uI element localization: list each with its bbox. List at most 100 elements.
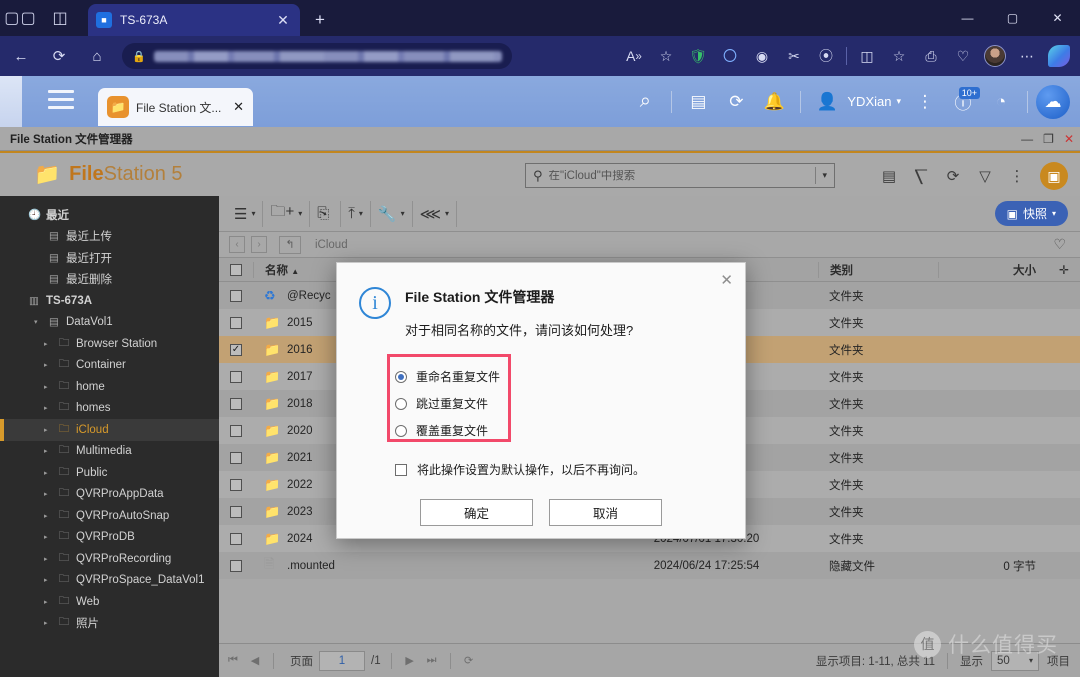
sync-icon[interactable]: ⟳ [718,85,754,119]
row-checkbox[interactable] [219,479,253,491]
more-options-icon[interactable]: ⋮ [907,85,943,119]
browser-essentials-icon[interactable]: ♡ [948,40,978,72]
refresh-icon[interactable]: ⟳ [944,167,962,185]
expand-arrow-icon[interactable]: ▸ [44,340,52,348]
sidebar-item--[interactable]: ▤最近删除 [0,269,219,291]
chevron-down-icon[interactable]: ▾ [401,209,405,218]
read-aloud-icon[interactable]: A» [619,40,649,72]
refresh-icon[interactable]: ⟳ [461,654,477,667]
upload-button[interactable]: ⤒▾ [341,201,371,227]
expand-arrow-icon[interactable]: ▸ [44,619,52,627]
dashboard-icon[interactable]: ◔ [983,85,1019,119]
sidebar-item-home[interactable]: ▸🗀home [0,376,219,398]
sidebar-item--[interactable]: ▤最近上传 [0,226,219,248]
row-checkbox[interactable] [219,533,253,545]
shield-icon[interactable]: 🛡 [683,40,713,72]
avatar[interactable] [980,40,1010,72]
tab-actions-icon[interactable]: ▢ ▢ [0,0,40,36]
home-icon[interactable]: ⌂ [80,40,114,72]
chevron-down-icon[interactable]: ▾ [251,209,255,218]
sidebar-item--[interactable]: ▸🗀照片 [0,613,219,635]
expand-arrow-icon[interactable]: ▾ [34,318,42,326]
app-close-button[interactable]: ✕ [1064,132,1074,146]
split-pane-icon[interactable]: ◫ [40,0,80,36]
row-checkbox[interactable] [219,317,253,329]
sidebar-item-datavol1[interactable]: ▾▤DataVol1 [0,312,219,334]
row-checkbox[interactable] [219,398,253,410]
new-tab-button[interactable]: + [308,8,332,32]
user-menu[interactable]: YDXian ▾ [847,94,905,109]
remote-display-icon[interactable]: ⎲ [912,168,930,185]
table-row[interactable]: 🗎.mounted2024/06/24 17:25:54隐藏文件0 字节 [219,552,1080,579]
sidebar-item--[interactable]: 🕘最近 [0,204,219,226]
radio-button[interactable] [395,371,407,383]
expand-arrow-icon[interactable]: ▸ [44,512,52,520]
cancel-button[interactable]: 取消 [549,499,662,526]
sidebar-item-qvrproautosnap[interactable]: ▸🗀QVRProAutoSnap [0,505,219,527]
expand-arrow-icon[interactable]: ▸ [44,555,52,563]
reading-icon[interactable]: ◉ [747,40,777,72]
cloud-icon[interactable]: ☁ [1036,85,1070,119]
row-checkbox[interactable] [219,290,253,302]
close-icon[interactable]: ✕ [720,271,733,289]
next-page-button[interactable]: ▶ [402,654,418,667]
search-input[interactable] [549,170,810,182]
sidebar-item-qvrprospace-datavol1[interactable]: ▸🗀QVRProSpace_DataVol1 [0,570,219,592]
confirm-button[interactable]: 确定 [420,499,533,526]
chevron-down-icon[interactable]: ▾ [359,209,363,218]
sidebar-item-public[interactable]: ▸🗀Public [0,462,219,484]
radio-option-1[interactable]: 重命名重复文件 [395,363,517,390]
user-avatar-icon[interactable]: 👤 [809,85,845,119]
add-column-icon[interactable]: ✛ [1048,263,1080,277]
sidebar-item-homes[interactable]: ▸🗀homes [0,398,219,420]
radio-button[interactable] [395,398,407,410]
sidebar-item-qvrprorecording[interactable]: ▸🗀QVRProRecording [0,548,219,570]
expand-arrow-icon[interactable]: ▸ [44,361,52,369]
set-default-checkbox-row[interactable]: 将此操作设置为默认操作，以后不再询问。 [395,461,745,478]
expand-arrow-icon[interactable]: ▸ [44,404,52,412]
column-header-size[interactable]: 大小 [938,262,1048,278]
info-icon[interactable]: ⓘ10+ [945,85,981,119]
sidebar-item-icloud[interactable]: ▸🗀iCloud [0,419,219,441]
prev-page-button[interactable]: ◀ [247,654,263,667]
expand-arrow-icon[interactable]: ▸ [44,469,52,477]
app-tab-filestation[interactable]: 📁 File Station 文... ✕ [98,88,253,126]
row-checkbox[interactable] [219,344,253,356]
settings-more-icon[interactable]: ⋯ [1012,40,1042,72]
expand-arrow-icon[interactable]: ▸ [44,576,52,584]
row-checkbox[interactable] [219,560,253,572]
browser-tab[interactable]: ■ TS-673A ✕ [88,4,300,36]
main-menu-icon[interactable] [48,90,74,114]
screenshot-icon[interactable]: ✂ [779,40,809,72]
radio-button[interactable] [395,425,407,437]
minimize-button[interactable]: — [945,0,990,36]
sidebar-item-ts-673a[interactable]: ▥TS-673A [0,290,219,312]
collections-icon[interactable]: ⎙ [916,40,946,72]
sidebar-item-qvrproappdata[interactable]: ▸🗀QVRProAppData [0,484,219,506]
last-page-button[interactable]: ⏭ [424,654,440,667]
expand-arrow-icon[interactable]: ▸ [44,426,52,434]
row-checkbox[interactable] [219,506,253,518]
expand-arrow-icon[interactable]: ▸ [44,533,52,541]
sidebar-item-qvrprodb[interactable]: ▸🗀QVRProDB [0,527,219,549]
sidebar-item-multimedia[interactable]: ▸🗀Multimedia [0,441,219,463]
notification-bell-icon[interactable]: 🔔 [756,85,792,119]
copilot-icon[interactable] [1044,40,1074,72]
favorite-heart-icon[interactable]: ♡ [1053,236,1066,253]
close-icon[interactable]: ✕ [233,99,244,115]
favorites-icon[interactable]: ☆ [884,40,914,72]
view-mode-button[interactable]: ☰▾ [227,201,263,227]
split-screen-icon[interactable]: ◫ [852,40,882,72]
row-checkbox[interactable] [219,371,253,383]
chevron-down-icon[interactable]: ▾ [298,209,302,218]
sidebar-item-web[interactable]: ▸🗀Web [0,591,219,613]
close-window-button[interactable]: ✕ [1035,0,1080,36]
search-box[interactable]: ⚲ ▾ [525,163,835,188]
nav-up-button[interactable]: ↰ [279,236,301,254]
address-bar[interactable]: 🔒 [122,43,512,69]
copy-paste-button[interactable]: ⎘ [310,201,341,227]
radio-option-3[interactable]: 覆盖重复文件 [395,417,517,444]
favorites-star-icon[interactable]: ☆ [651,40,681,72]
app-restore-button[interactable]: ❐ [1043,132,1054,146]
sidebar[interactable]: 🕘最近▤最近上传▤最近打开▤最近删除▥TS-673A▾▤DataVol1▸🗀Br… [0,196,219,677]
